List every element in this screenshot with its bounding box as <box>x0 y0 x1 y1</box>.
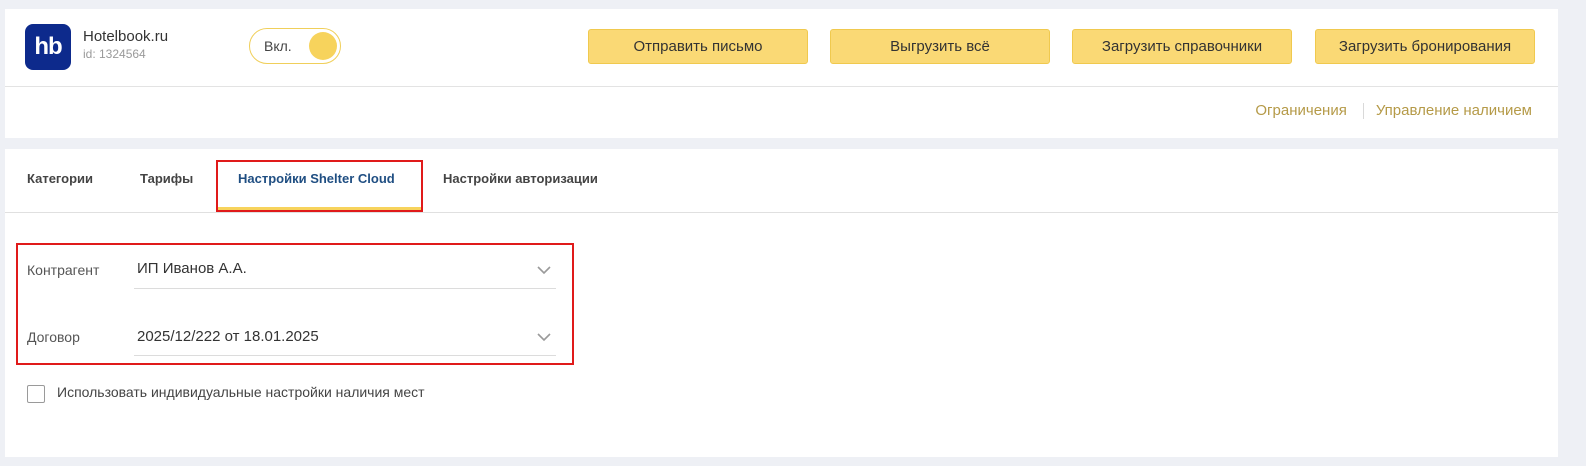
individual-availability-label[interactable]: Использовать индивидуальные настройки на… <box>57 384 425 400</box>
tab-rates[interactable]: Тарифы <box>140 171 193 186</box>
settings-panel: Категории Тарифы Настройки Shelter Cloud… <box>5 149 1558 457</box>
load-bookings-button[interactable]: Загрузить бронирования <box>1315 29 1535 64</box>
header-divider <box>5 86 1558 87</box>
chevron-down-icon[interactable] <box>537 265 551 275</box>
contract-label: Договор <box>27 329 80 345</box>
availability-link[interactable]: Управление наличием <box>1376 102 1532 119</box>
enable-toggle[interactable]: Вкл. <box>249 28 341 64</box>
form-highlight-frame <box>16 243 574 365</box>
counterparty-select[interactable]: ИП Иванов А.А. <box>137 260 247 277</box>
send-letter-button[interactable]: Отправить письмо <box>588 29 808 64</box>
restrictions-link[interactable]: Ограничения <box>1255 102 1346 119</box>
chevron-down-icon[interactable] <box>537 332 551 342</box>
contract-underline <box>134 355 556 356</box>
toggle-knob <box>309 32 337 60</box>
brand-name: Hotelbook.ru <box>83 28 169 45</box>
contract-select[interactable]: 2025/12/222 от 18.01.2025 <box>137 328 319 345</box>
counterparty-label: Контрагент <box>27 262 100 278</box>
header-links: Ограничения Управление наличием <box>1255 102 1532 119</box>
individual-availability-checkbox[interactable] <box>27 385 45 403</box>
toggle-label: Вкл. <box>264 38 292 54</box>
top-panel: hb Hotelbook.ru id: 1324564 Вкл. Отправи… <box>5 9 1558 138</box>
tab-auth-settings[interactable]: Настройки авторизации <box>443 171 598 186</box>
link-separator <box>1362 102 1364 119</box>
tab-categories[interactable]: Категории <box>27 171 93 186</box>
hotelbook-logo: hb <box>25 24 71 70</box>
brand-id: id: 1324564 <box>83 47 146 61</box>
counterparty-underline <box>134 288 556 289</box>
load-references-button[interactable]: Загрузить справочники <box>1072 29 1292 64</box>
tab-highlight-frame <box>216 160 423 212</box>
export-all-button[interactable]: Выгрузить всё <box>830 29 1050 64</box>
